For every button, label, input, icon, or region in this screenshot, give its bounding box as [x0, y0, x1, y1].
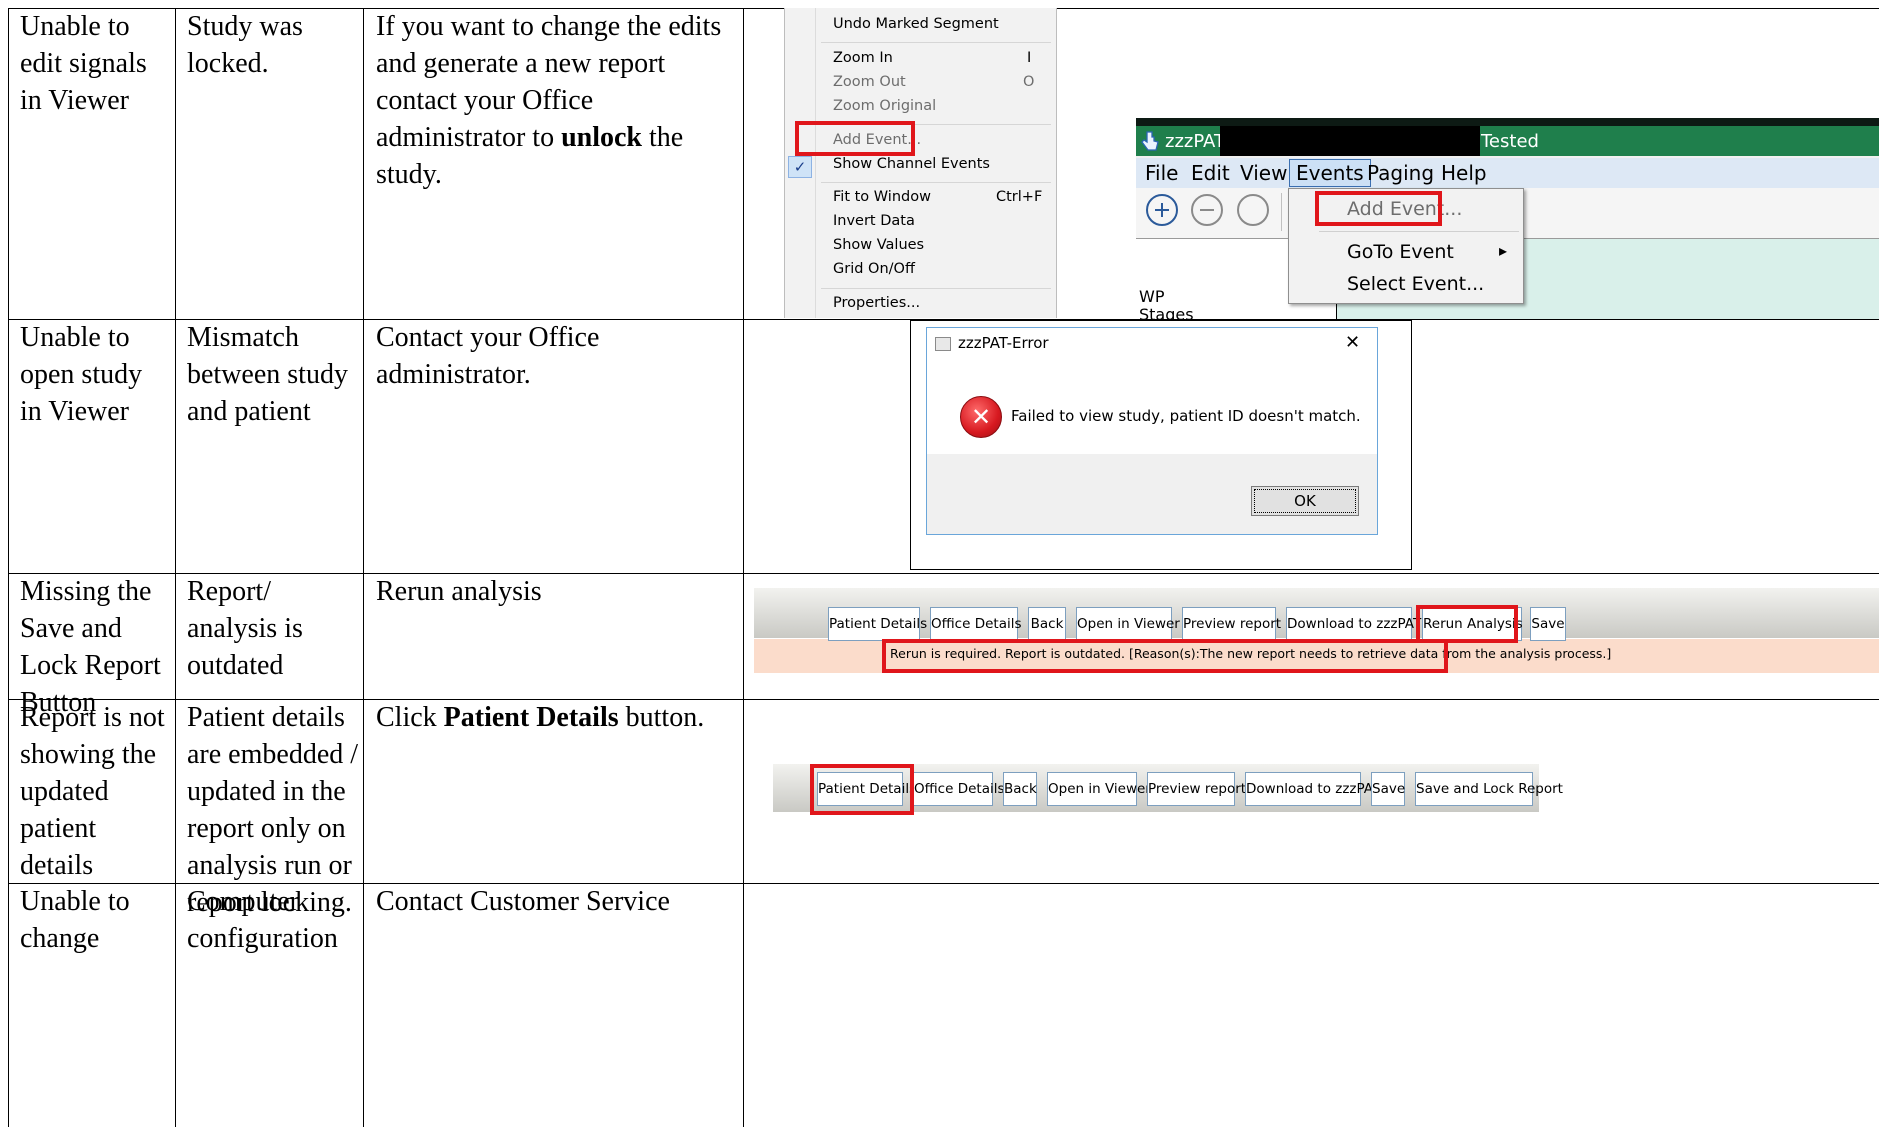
- issue-cell: Unable to open study in Viewer: [20, 322, 143, 427]
- menu-gutter: [815, 8, 816, 318]
- window-icon: [935, 337, 951, 351]
- viewer-window: zzzPAT Tested File Edit View Events Pagi…: [1136, 118, 1879, 319]
- highlight-box: [1416, 605, 1518, 643]
- menu-item-zoom-out: Zoom Out: [833, 74, 906, 90]
- events-select-event[interactable]: Select Event...: [1347, 273, 1484, 295]
- zoom-original-icon[interactable]: [1237, 194, 1269, 226]
- highlight-box: [882, 639, 1448, 673]
- download-to-zzzpat-button[interactable]: Download to zzzPAT: [1286, 607, 1421, 641]
- issue-cell: Unable to change: [20, 886, 130, 954]
- save-button[interactable]: Save: [1371, 772, 1405, 806]
- events-dropdown: Add Event... GoTo Event ▸ Select Event..…: [1288, 188, 1524, 304]
- menu-item-grid-on-off[interactable]: Grid On/Off: [833, 261, 915, 277]
- menu-item-undo-marked-segment[interactable]: Undo Marked Segment: [833, 16, 999, 32]
- menu-events[interactable]: Events: [1289, 159, 1371, 187]
- resolution-bold-text: Patient Details: [443, 702, 619, 733]
- office-details-button[interactable]: Office Details: [913, 772, 1005, 806]
- save-and-lock-report-button[interactable]: Save and Lock Report: [1415, 772, 1563, 806]
- menu-paging[interactable]: Paging: [1367, 161, 1434, 185]
- error-dialog: zzzPAT-Error ✕ ✕ Failed to view study, p…: [926, 327, 1378, 535]
- toolbar-separator: [1281, 193, 1282, 231]
- resolution-cell: If you want to change the edits and gene…: [376, 8, 721, 193]
- resolution-cell: Contact Customer Service: [376, 883, 670, 920]
- dialog-title: zzzPAT-Error: [958, 334, 1049, 352]
- resolution-text: Contact Customer Service: [376, 886, 670, 917]
- back-button[interactable]: Back: [1003, 772, 1037, 806]
- redacted-block: [1220, 126, 1480, 156]
- open-in-viewer-button[interactable]: Open in Viewer: [1076, 607, 1180, 641]
- office-details-button[interactable]: Office Details: [930, 607, 1022, 641]
- zoom-out-icon[interactable]: [1191, 194, 1223, 226]
- resolution-cell: Rerun analysis: [376, 573, 542, 610]
- cause-cell: Report/ analysis is outdated: [187, 576, 303, 681]
- menu-separator: [821, 42, 1051, 43]
- save-button[interactable]: Save: [1530, 607, 1566, 641]
- menu-item-show-channel-events[interactable]: Show Channel Events: [833, 156, 990, 172]
- menu-separator: [821, 182, 1051, 183]
- cause-cell: Study was locked.: [187, 11, 303, 79]
- window-title: zzzPAT: [1165, 131, 1225, 152]
- signal-strip: [1136, 118, 1879, 126]
- context-menu: Undo Marked Segment Zoom In I Zoom Out O…: [784, 8, 1057, 318]
- zoom-in-icon[interactable]: [1146, 194, 1178, 226]
- menu-bar: File Edit View Events Paging Help: [1136, 158, 1879, 188]
- check-icon: ✓: [788, 156, 812, 178]
- close-icon[interactable]: ✕: [1345, 332, 1360, 353]
- app-icon: [1140, 130, 1160, 152]
- menu-item-show-values[interactable]: Show Values: [833, 237, 924, 253]
- resolution-text: Contact your Office administrator.: [376, 322, 600, 390]
- channel-label: WP: [1139, 287, 1165, 306]
- menu-separator: [821, 288, 1051, 289]
- resolution-cell: Click Patient Details button.: [376, 699, 704, 736]
- menu-shortcut: Ctrl+F: [996, 189, 1043, 205]
- highlight-box: [810, 764, 914, 815]
- open-in-viewer-button[interactable]: Open in Viewer: [1047, 772, 1151, 806]
- issue-cell: Report is not showing the updated patien…: [20, 702, 165, 881]
- menu-item-fit-to-window[interactable]: Fit to Window: [833, 189, 931, 205]
- preview-report-button[interactable]: Preview report: [1147, 772, 1246, 806]
- menu-item-invert-data[interactable]: Invert Data: [833, 213, 915, 229]
- menu-file[interactable]: File: [1145, 161, 1178, 185]
- menu-item-zoom-original: Zoom Original: [833, 98, 937, 114]
- ok-button-label: OK: [1254, 489, 1356, 513]
- highlight-box: [795, 121, 915, 156]
- resolution-text: button.: [618, 702, 705, 733]
- error-icon: ✕: [960, 396, 1002, 438]
- resolution-text: Rerun analysis: [376, 576, 542, 607]
- menu-shortcut: I: [1027, 50, 1032, 66]
- menu-view[interactable]: View: [1240, 161, 1287, 185]
- cause-cell: Computer configuration: [187, 886, 338, 954]
- menu-edit[interactable]: Edit: [1191, 161, 1230, 185]
- menu-help[interactable]: Help: [1441, 161, 1487, 185]
- channel-label: Stages: [1139, 305, 1194, 319]
- ok-button[interactable]: OK: [1251, 486, 1359, 516]
- status-label: Tested: [1481, 131, 1539, 152]
- back-button[interactable]: Back: [1028, 607, 1066, 641]
- menu-item-zoom-in[interactable]: Zoom In: [833, 50, 893, 66]
- resolution-text: Click: [376, 702, 444, 733]
- cause-cell: Mismatch between study and patient: [187, 322, 348, 427]
- resolution-cell: Contact your Office administrator.: [376, 319, 599, 393]
- menu-separator: [1319, 231, 1519, 232]
- highlight-box: [1315, 191, 1442, 226]
- events-goto-event[interactable]: GoTo Event: [1347, 241, 1454, 263]
- error-message: Failed to view study, patient ID doesn't…: [1011, 407, 1361, 425]
- report-toolbar-rerun: Patient Details Office Details Back Open…: [754, 588, 1879, 676]
- menu-shortcut: O: [1023, 74, 1035, 90]
- submenu-arrow-icon: ▸: [1499, 241, 1508, 260]
- patient-details-button[interactable]: Patient Details: [828, 607, 927, 641]
- menu-item-properties[interactable]: Properties...: [833, 295, 920, 311]
- preview-report-button[interactable]: Preview report: [1182, 607, 1281, 641]
- download-to-zzzpat-button[interactable]: Download to zzzPAT: [1245, 772, 1380, 806]
- resolution-bold-text: unlock: [561, 122, 643, 153]
- issue-cell: Unable to edit signals in Viewer: [20, 11, 147, 116]
